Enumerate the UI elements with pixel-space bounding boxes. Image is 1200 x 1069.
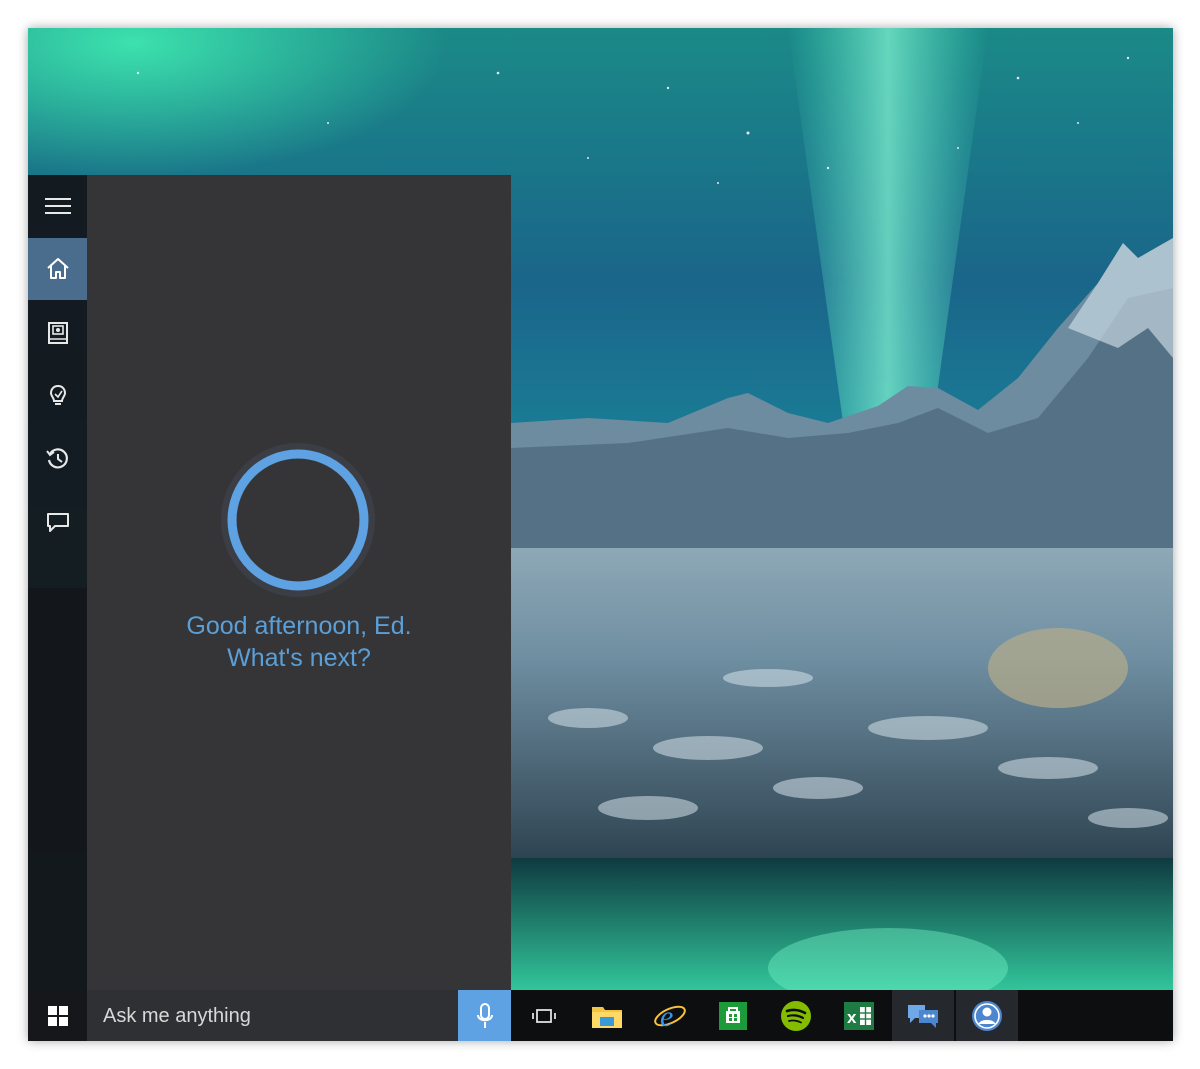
sidebar-item-home[interactable] — [28, 238, 87, 300]
spotify-icon — [781, 1000, 811, 1031]
internet-explorer-icon: e — [654, 1000, 686, 1032]
greeting-line-1: Good afternoon, Ed. — [186, 612, 412, 640]
taskbar-chat[interactable] — [892, 990, 954, 1041]
feedback-icon — [46, 513, 69, 532]
taskbar-excel[interactable]: x — [828, 990, 890, 1041]
search-box[interactable]: Ask me anything — [87, 990, 458, 1041]
taskbar-account[interactable] — [956, 990, 1018, 1041]
home-icon — [46, 258, 69, 279]
sidebar-item-notebook[interactable] — [28, 302, 87, 364]
reminders-clock-icon — [45, 448, 68, 469]
task-view-icon — [532, 1008, 556, 1023]
windows-logo-icon — [47, 1005, 68, 1026]
hamburger-menu-icon — [44, 198, 71, 214]
cortana-sidebar — [28, 175, 87, 990]
taskbar-spotify[interactable] — [765, 990, 827, 1041]
search-placeholder: Ask me anything — [103, 1005, 251, 1027]
cortana-panel: Good afternoon, Ed. What's next? — [87, 175, 511, 990]
task-view-button[interactable] — [513, 990, 575, 1041]
file-explorer-icon — [592, 1006, 622, 1028]
hamburger-menu-button[interactable] — [28, 175, 87, 237]
sidebar-item-feedback[interactable] — [28, 491, 87, 553]
desktop: Good afternoon, Ed. What's next? Ask me … — [28, 28, 1173, 1041]
greeting-line-2: What's next? — [227, 644, 371, 672]
cortana-greeting: Good afternoon, Ed. What's next? — [87, 610, 511, 674]
taskbar-internet-explorer[interactable]: e — [639, 990, 701, 1041]
svg-text:e: e — [660, 1000, 673, 1032]
sidebar-item-reminders[interactable] — [28, 428, 87, 490]
cortana-ring[interactable] — [218, 440, 378, 600]
chat-bubbles-icon — [908, 1004, 938, 1028]
taskbar-file-explorer[interactable] — [576, 990, 638, 1041]
sidebar-item-tips[interactable] — [28, 365, 87, 427]
account-icon — [972, 1000, 1002, 1031]
svg-text:x: x — [847, 1008, 857, 1027]
start-button[interactable] — [28, 990, 87, 1041]
cortana-circle-icon — [221, 443, 375, 597]
microphone-icon — [476, 1002, 493, 1028]
excel-icon: x — [844, 1001, 874, 1030]
taskbar: Ask me anything e x — [28, 990, 1173, 1041]
microphone-button[interactable] — [458, 990, 511, 1041]
lightbulb-icon — [49, 384, 66, 405]
taskbar-store[interactable] — [702, 990, 764, 1041]
store-icon — [719, 1001, 747, 1030]
notebook-icon — [47, 322, 68, 344]
